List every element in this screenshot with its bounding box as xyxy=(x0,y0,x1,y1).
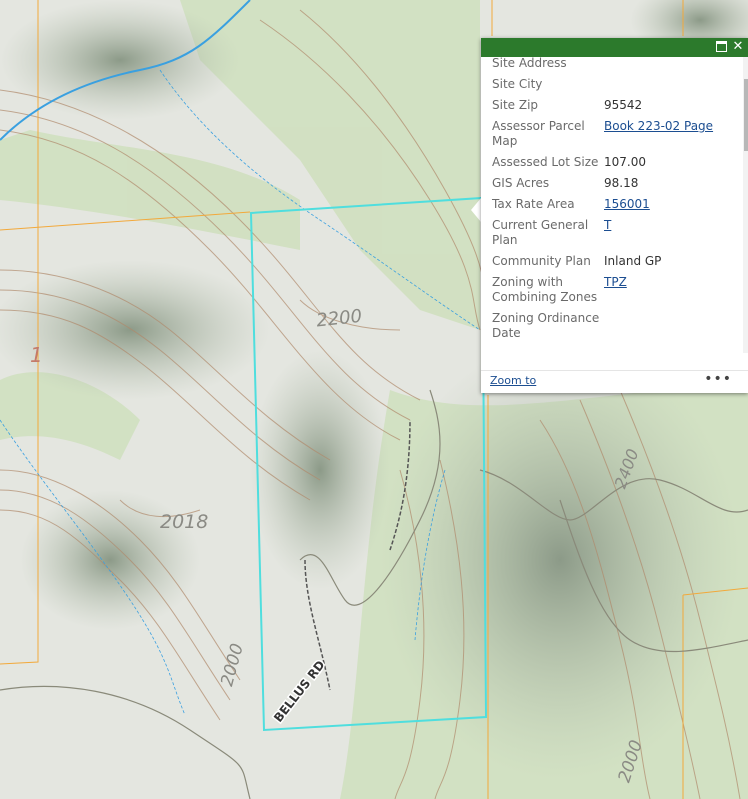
zoning-link[interactable]: TPZ xyxy=(604,275,627,289)
attribute-row: Site Address xyxy=(481,57,743,74)
field-value xyxy=(604,311,743,341)
field-value: 107.00 xyxy=(604,155,646,169)
popup-scrollbar[interactable] xyxy=(743,57,748,353)
field-label: Zoning Ordinance Date xyxy=(492,311,600,340)
field-label: Assessor Parcel Map xyxy=(492,119,585,148)
contour-label: 2018 xyxy=(160,511,208,533)
contour-label: 1 xyxy=(30,343,43,367)
info-popup: ✕ Site Address Site City Site Zip 95542 … xyxy=(481,38,748,393)
popup-body[interactable]: Site Address Site City Site Zip 95542 As… xyxy=(481,57,743,353)
field-value: Inland GP xyxy=(604,254,662,268)
attribute-row: Site City xyxy=(481,74,743,95)
field-label: Assessed Lot Size xyxy=(492,155,599,169)
field-label: Zoning with Combining Zones xyxy=(492,275,598,304)
attribute-row: Tax Rate Area 156001 xyxy=(481,194,743,215)
attribute-row: Assessor Parcel Map Book 223-02 Page xyxy=(481,116,743,152)
scrollbar-thumb[interactable] xyxy=(744,79,748,151)
attribute-row: Site Zip 95542 xyxy=(481,95,743,116)
attribute-row: Community Plan Inland GP xyxy=(481,251,743,272)
popup-header: ✕ xyxy=(481,38,748,57)
close-icon[interactable]: ✕ xyxy=(731,39,745,55)
attribute-row: Current General Plan T xyxy=(481,215,743,251)
field-label: GIS Acres xyxy=(492,176,550,190)
attribute-row: Zoning with Combining Zones TPZ xyxy=(481,272,743,308)
field-label: Current General Plan xyxy=(492,218,589,247)
parcel-map-link[interactable]: Book 223-02 Page xyxy=(604,119,713,133)
field-value xyxy=(604,57,743,71)
field-label: Community Plan xyxy=(492,254,591,268)
attribute-row: Assessed Lot Size 107.00 xyxy=(481,152,743,173)
field-label: Site Zip xyxy=(492,98,539,112)
field-value: 98.18 xyxy=(604,176,639,190)
field-label: Site City xyxy=(492,77,543,91)
general-plan-link[interactable]: T xyxy=(604,218,611,232)
popup-footer: Zoom to ••• xyxy=(481,370,748,393)
tax-rate-area-link[interactable]: 156001 xyxy=(604,197,650,211)
field-label: Site Address xyxy=(492,57,567,70)
more-options-icon[interactable]: ••• xyxy=(704,371,732,387)
popup-pointer xyxy=(471,198,481,222)
zoom-to-link[interactable]: Zoom to xyxy=(490,374,536,387)
maximize-icon[interactable] xyxy=(714,39,728,55)
field-label: Tax Rate Area xyxy=(492,197,575,211)
field-value xyxy=(604,77,743,92)
attribute-row: Zoning Ordinance Date xyxy=(481,308,743,344)
attribute-table: Site Address Site City Site Zip 95542 As… xyxy=(481,57,743,344)
attribute-row: GIS Acres 98.18 xyxy=(481,173,743,194)
field-value: 95542 xyxy=(604,98,643,112)
